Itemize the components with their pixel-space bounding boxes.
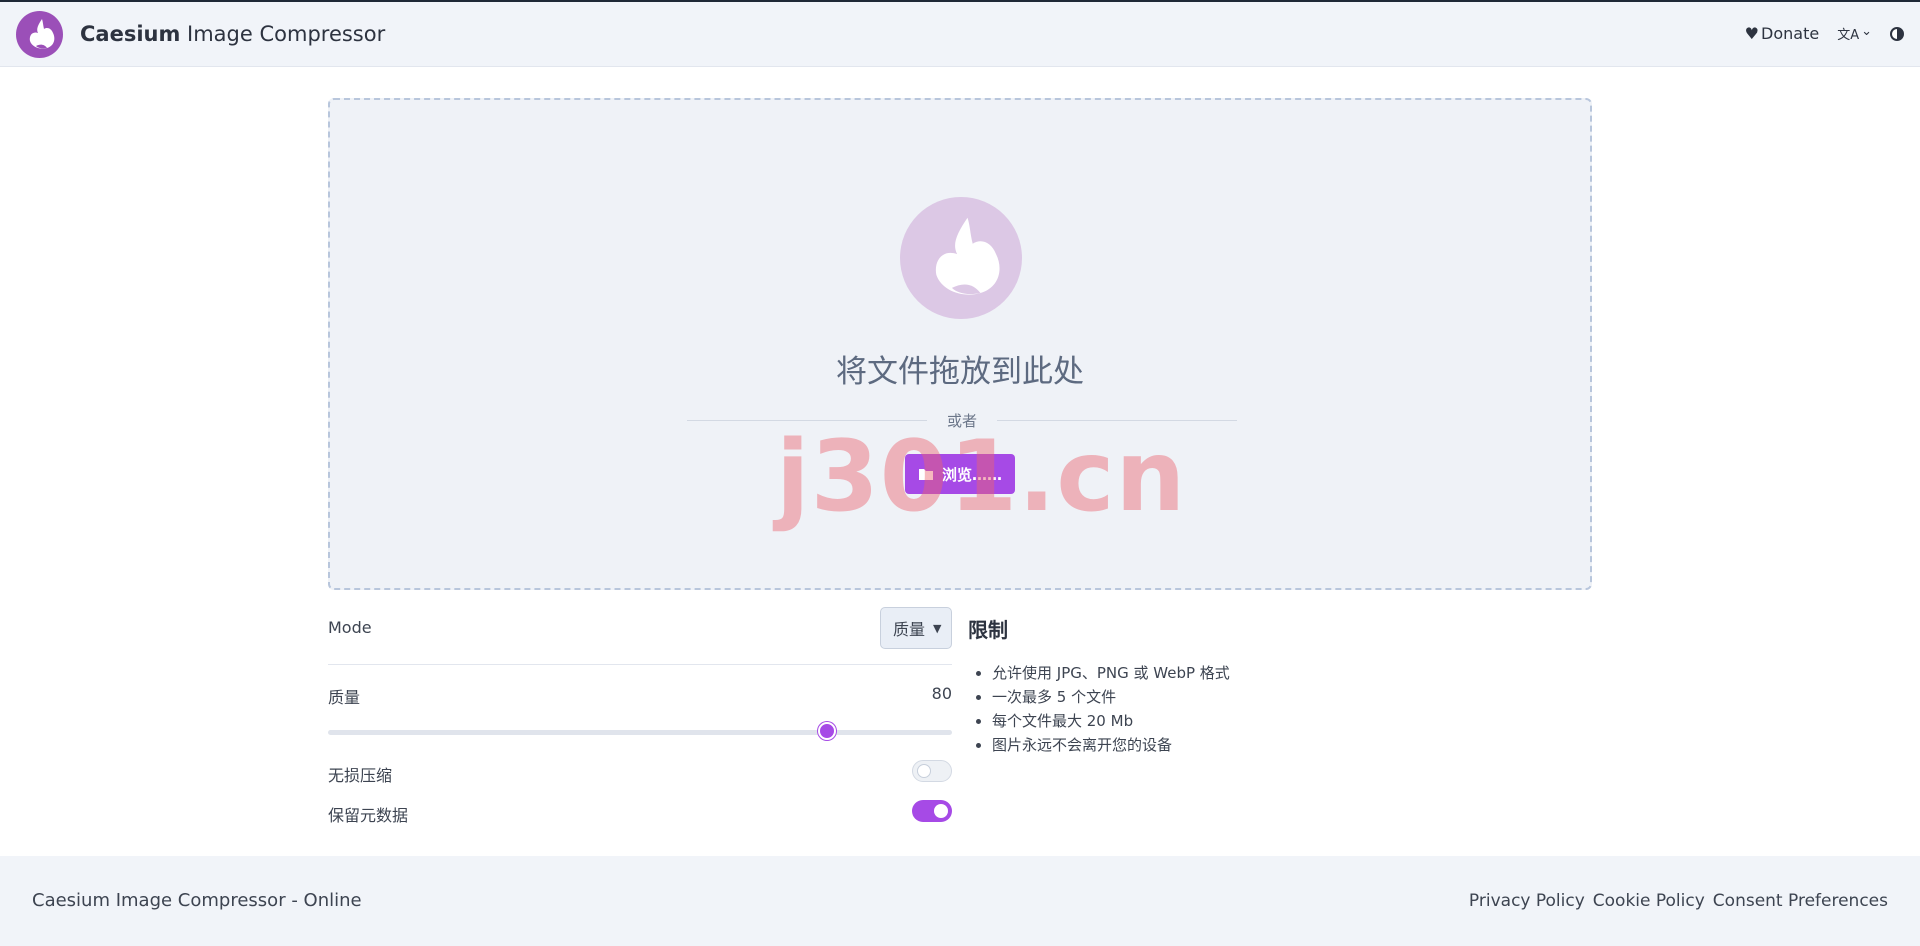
browse-label: 浏览…… — [941, 465, 1002, 484]
settings-divider — [328, 664, 952, 665]
file-dropzone[interactable]: 将文件拖放到此处 或者 浏览…… — [328, 98, 1592, 590]
privacy-policy-link[interactable]: Privacy Policy — [1469, 891, 1585, 911]
footer-title: Caesium Image Compressor - Online — [32, 890, 362, 911]
donate-link[interactable]: ♥ Donate — [1745, 24, 1820, 43]
chevron-down-icon: ▼ — [933, 621, 942, 635]
app-title: Caesium Image Compressor — [80, 22, 386, 46]
keep-metadata-label: 保留元数据 — [328, 806, 409, 825]
or-divider: 或者 — [687, 408, 1237, 432]
quality-slider[interactable] — [328, 730, 952, 735]
quality-slider-thumb[interactable] — [818, 722, 837, 740]
consent-preferences-link[interactable]: Consent Preferences — [1713, 891, 1888, 911]
list-item: 允许使用 JPG、PNG 或 WebP 格式 — [992, 661, 1468, 685]
mode-select[interactable]: 质量 ▼ — [880, 607, 952, 649]
list-item: 每个文件最大 20 Mb — [992, 709, 1468, 733]
cookie-policy-link[interactable]: Cookie Policy — [1593, 891, 1705, 911]
translate-icon: 文A — [1837, 28, 1860, 43]
limits-title: 限制 — [968, 618, 1008, 642]
quality-label: 质量 — [328, 688, 361, 707]
folder-icon — [918, 469, 933, 480]
dropzone-title: 将文件拖放到此处 — [836, 354, 1084, 390]
app-header: Caesium Image Compressor ♥ Donate 文A ⌄ — [0, 2, 1920, 67]
donate-label: Donate — [1761, 24, 1820, 43]
mode-label: Mode — [328, 618, 372, 637]
language-selector[interactable]: 文A ⌄ — [1837, 24, 1872, 43]
limits-panel: 限制 允许使用 JPG、PNG 或 WebP 格式 一次最多 5 个文件 每个文… — [968, 614, 1468, 757]
limits-list: 允许使用 JPG、PNG 或 WebP 格式 一次最多 5 个文件 每个文件最大… — [968, 661, 1468, 757]
theme-toggle-icon[interactable] — [1890, 26, 1904, 41]
browse-button[interactable]: 浏览…… — [905, 454, 1015, 494]
list-item: 一次最多 5 个文件 — [992, 685, 1468, 709]
lossless-toggle[interactable] — [912, 760, 952, 782]
lossless-label: 无损压缩 — [328, 766, 393, 785]
list-item: 图片永远不会离开您的设备 — [992, 733, 1468, 757]
quality-value: 80 — [931, 684, 952, 703]
caesium-logo-icon[interactable] — [16, 11, 63, 58]
heart-icon: ♥ — [1744, 24, 1760, 43]
mode-select-value: 质量 — [893, 620, 926, 639]
keep-metadata-toggle[interactable] — [912, 800, 952, 822]
chevron-down-icon: ⌄ — [1861, 24, 1872, 39]
page-footer: Caesium Image Compressor - Online Privac… — [0, 856, 1920, 946]
dropzone-logo-icon — [900, 197, 1022, 319]
